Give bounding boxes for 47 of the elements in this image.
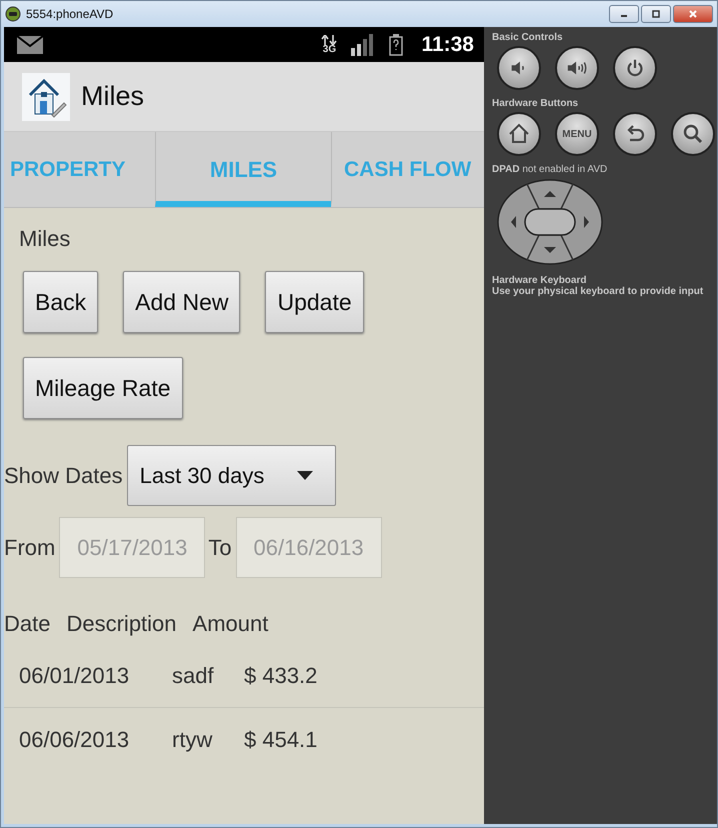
menu-button[interactable]: MENU [555, 112, 599, 156]
table-cell-text: 06/01/2013 [19, 662, 130, 688]
close-icon [688, 9, 698, 19]
mail-icon [17, 36, 43, 54]
table-cell-text: sadf [172, 662, 215, 688]
action-button[interactable]: Back [23, 271, 98, 333]
column-header: Amount [192, 611, 268, 637]
table-cell-text: 06/06/2013 [19, 726, 130, 752]
action-button[interactable]: Update [265, 271, 364, 333]
table-cell: $ 454.1 [244, 726, 318, 752]
keyboard-title: Hardware Keyboard [492, 275, 588, 286]
battery-icon [389, 34, 404, 56]
house-icon [22, 72, 70, 120]
to-label: To [208, 534, 232, 560]
table-cell: $ 433.2 [244, 662, 318, 688]
section-label: Basic Controls [492, 32, 564, 43]
minimize-button[interactable] [609, 5, 639, 23]
column-header: Description [66, 611, 177, 637]
action-button[interactable]: Mileage Rate [23, 357, 183, 419]
maximize-button[interactable] [641, 5, 671, 23]
keyboard-note: Use your physical keyboard to provide input [492, 286, 704, 297]
home-button[interactable] [497, 112, 541, 156]
section-label: Hardware Buttons [492, 98, 580, 109]
dropdown-arrow-icon [296, 471, 313, 480]
action-button[interactable]: Add New [123, 271, 240, 333]
network-type: 3G [322, 44, 336, 54]
table-cell-text: rtyw [172, 726, 214, 752]
from-label: From [4, 534, 56, 560]
filter-label: Show Dates [4, 462, 123, 488]
close-button[interactable] [673, 5, 713, 23]
house-icon [507, 122, 531, 146]
search-button[interactable] [671, 112, 715, 156]
volume-up-button[interactable] [555, 46, 599, 90]
data-arrows-icon [321, 34, 338, 44]
maximize-icon [651, 9, 661, 19]
back-button[interactable] [613, 112, 657, 156]
dpad-note: DPAD not enabled in AVD [492, 164, 608, 175]
clock-time: 11:38 [421, 32, 474, 56]
section-title: Miles [19, 226, 72, 252]
power-button[interactable] [613, 46, 657, 90]
volume-down-button[interactable] [497, 46, 541, 90]
date-range-dropdown[interactable]: Last 30 days [126, 445, 336, 506]
column-header: Date [4, 611, 50, 637]
screen-title: Miles [81, 81, 144, 112]
search-icon [681, 122, 705, 146]
window-title: 5554:phoneAVD [26, 7, 114, 21]
signal-icon [351, 34, 376, 56]
